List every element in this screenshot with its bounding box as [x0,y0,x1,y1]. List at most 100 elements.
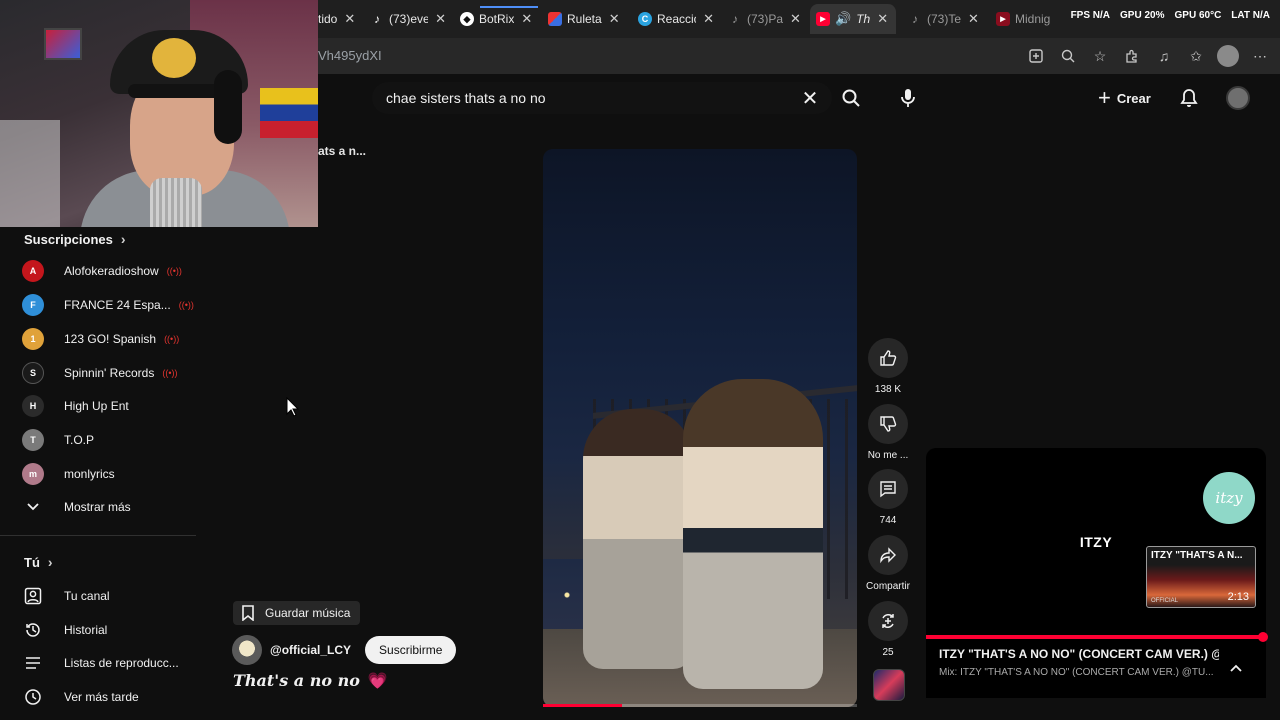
plus-icon: + [1098,85,1111,110]
favorites-icon[interactable]: ✩ [1184,44,1208,68]
short-video-player[interactable] [543,149,857,707]
channel-avatar: T [22,429,44,451]
favorite-star-icon[interactable]: ☆ [1088,44,1112,68]
fps-stat: FPS N/A [1070,10,1111,21]
cap-logo [152,38,196,78]
search-input[interactable]: chae sisters thats a no no [372,82,832,114]
extensions-icon[interactable] [1120,44,1144,68]
like-button[interactable]: 138 K [866,338,910,395]
close-tab-icon[interactable]: ✕ [344,11,355,27]
close-tab-icon[interactable]: ✕ [609,11,620,27]
browser-tab[interactable]: ♪ (73)Pa ✕ [728,6,802,32]
profile-icon[interactable] [1216,44,1240,68]
itzy-logo-badge: itzy [1203,472,1255,524]
mini-player-progress[interactable] [926,632,1268,642]
more-menu-icon[interactable]: ⋯ [1248,44,1272,68]
sidebar-item-watch-later[interactable]: Ver más tarde [22,682,192,712]
sidebar-item-channel[interactable]: H High Up Ent [22,391,192,421]
sidebar-item-history[interactable]: Historial [22,615,192,645]
channel-avatar: 1 [22,328,44,350]
subscribe-button[interactable]: Suscribirme [365,636,457,664]
subscriptions-label: Suscripciones [24,231,113,247]
sidebar-item-channel[interactable]: S Spinnin' Records ((•)) [22,358,192,388]
expand-button[interactable] [1226,658,1246,678]
microphone-windscreen [150,178,202,227]
channel-avatar[interactable] [232,635,262,665]
remix-button[interactable]: 25 [866,601,910,658]
channel-name: monlyrics [64,467,115,481]
close-tab-icon[interactable]: ✕ [703,11,714,27]
search-button[interactable] [836,84,866,112]
show-more-label: Mostrar más [64,500,131,514]
short-title-text: That's a no no [233,671,360,690]
comments-button[interactable]: 744 [866,469,910,526]
mini-player[interactable]: itzy ITZY ITZY "THAT'S A N... OFFICIAL 2… [926,448,1268,698]
url-text[interactable]: Vh495ydXI [318,48,382,63]
browser-tab[interactable]: ♪ (73)eve ✕ [370,6,446,32]
ruleta-icon [548,12,562,26]
comment-icon [868,469,908,509]
speaker-icon[interactable]: 🔊 [835,11,851,27]
sidebar-item-channel[interactable]: m monlyrics [22,459,192,489]
browser-tab[interactable]: ♪ (73)Te ✕ [908,6,982,32]
voice-search-button[interactable] [892,82,924,114]
close-tab-icon[interactable]: ✕ [968,11,979,27]
dislike-button[interactable]: No me ... [866,404,910,461]
sidebar-item-channel[interactable]: 1 123 GO! Spanish ((•)) [22,324,192,354]
clear-search-button[interactable]: ✕ [796,86,824,110]
gpu-load-stat: GPU 20% [1120,10,1165,21]
share-label: Compartir [866,581,910,592]
mini-progress-fill [926,635,1263,639]
search-icon [842,89,860,107]
close-tab-icon[interactable]: ✕ [521,11,532,27]
mini-player-title[interactable]: ITZY "THAT'S A NO NO" (CONCERT CAM VER.)… [939,647,1219,661]
close-tab-icon[interactable]: ✕ [877,11,888,27]
create-button[interactable]: + Crear [1090,84,1159,112]
your-channel-icon [22,585,44,607]
browser-tab[interactable]: Ruleta ✕ [548,6,624,32]
share-button[interactable]: Compartir [866,535,910,592]
sidebar-item-playlists[interactable]: Listas de reproducc... [22,648,192,678]
browser-tab-active[interactable]: ▶ 🔊 Th ✕ [810,4,896,34]
browser-tab[interactable]: C Reaccio ✕ [638,6,714,32]
picture-frame [44,28,82,60]
flag-decoration [260,88,318,138]
gpu-temp-stat: GPU 60°C [1174,10,1222,21]
latency-stat: LAT N/A [1231,10,1270,21]
sound-thumbnail[interactable] [873,669,905,701]
live-indicator-icon: ((•)) [178,300,194,310]
chevron-up-icon [1230,664,1242,672]
zoom-icon[interactable] [1056,44,1080,68]
sidebar-item-channel[interactable]: F FRANCE 24 Espa... ((•)) [22,290,194,320]
you-heading[interactable]: Tú › [24,552,53,572]
notifications-button[interactable] [1176,84,1202,112]
short-progress-fill [543,704,622,707]
sidebar-item-channel[interactable]: T T.O.P [22,425,192,455]
show-more-button[interactable]: Mostrar más [22,492,192,522]
mini-player-thumbnail[interactable]: ITZY "THAT'S A N... OFFICIAL 2:13 [1146,546,1256,608]
close-tab-icon[interactable]: ✕ [435,11,446,27]
save-music-button[interactable]: Guardar música [233,601,361,625]
browser-tab[interactable]: ◆ BotRix ✕ [460,6,540,32]
youtube-icon: ▶ [996,12,1010,26]
mini-progress-handle[interactable] [1257,632,1268,642]
sidebar-item-channel[interactable]: A Alofokeradioshow ((•)) [22,256,192,286]
browser-tab[interactable]: ▶ Midnig [996,6,1050,32]
comment-count: 744 [879,515,897,526]
sidebar-item-your-channel[interactable]: Tu canal [22,581,192,611]
channel-name: T.O.P [64,433,95,447]
account-avatar[interactable] [1226,86,1250,110]
media-control-icon[interactable]: ♫ [1152,44,1176,68]
channel-avatar: m [22,463,44,485]
browser-tab[interactable]: tido ✕ [318,6,360,32]
install-app-icon[interactable] [1024,44,1048,68]
short-progress-bar[interactable] [543,704,857,707]
tab-title: (73)Te [927,12,962,26]
close-tab-icon[interactable]: ✕ [790,11,801,27]
subscriptions-heading[interactable]: Suscripciones › [24,229,126,249]
channel-avatar: H [22,395,44,417]
close-icon: ✕ [801,87,819,110]
channel-handle[interactable]: @official_LCY [270,643,351,657]
performance-overlay: FPS N/A GPU 20% GPU 60°C LAT N/A [1071,10,1270,21]
heart-emoji: 💗 [367,671,388,690]
